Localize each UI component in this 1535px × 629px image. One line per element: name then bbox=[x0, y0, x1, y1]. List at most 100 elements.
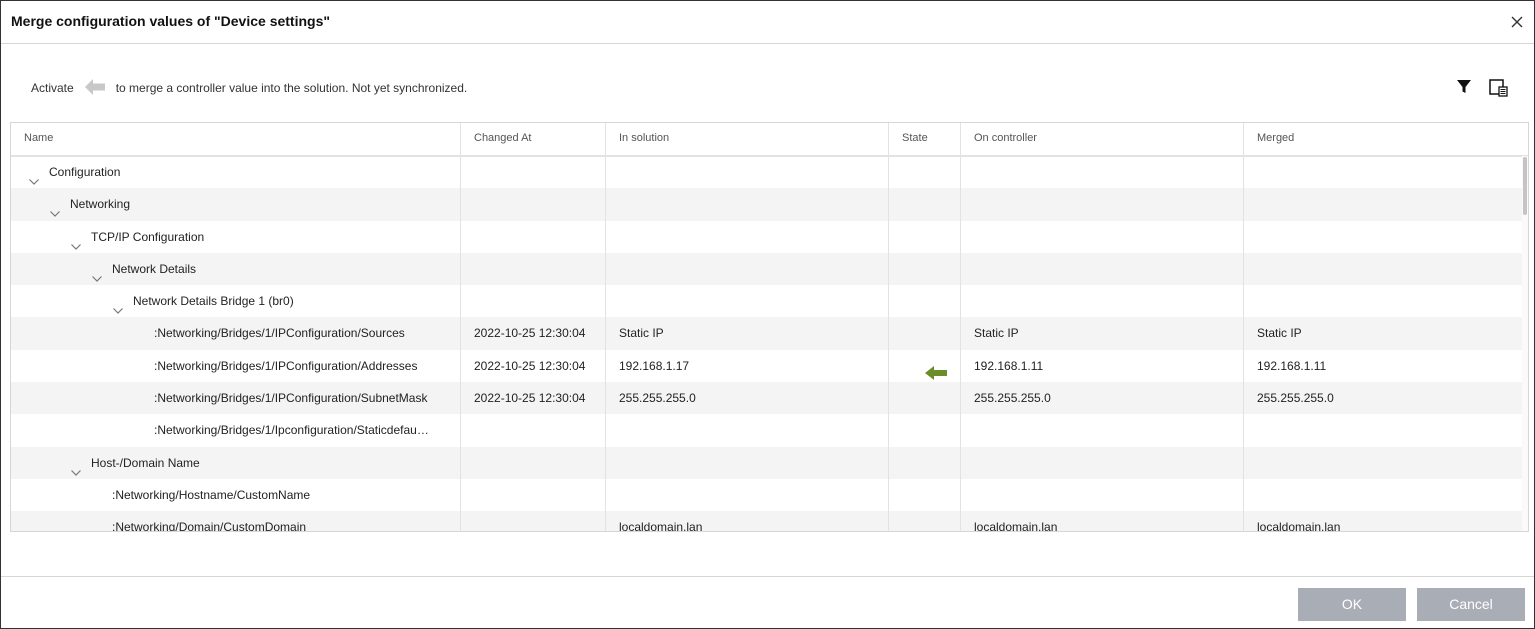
cell-in-solution bbox=[606, 285, 889, 318]
table-row[interactable]: :Networking/Bridges/1/IPConfiguration/Su… bbox=[11, 382, 1522, 415]
cell-name: TCP/IP Configuration bbox=[11, 220, 461, 253]
cell-name: Network Details bbox=[11, 252, 461, 286]
table-row[interactable]: :Networking/Bridges/1/IPConfiguration/Ad… bbox=[11, 349, 1522, 383]
column-chooser-icon[interactable] bbox=[1488, 77, 1508, 97]
cell-name: :Networking/Hostname/CustomName bbox=[11, 478, 461, 512]
cell-name: :Networking/Bridges/1/IPConfiguration/Su… bbox=[11, 382, 461, 415]
arrow-left-icon bbox=[84, 78, 106, 99]
vertical-scrollbar[interactable] bbox=[1522, 156, 1528, 531]
column-header-changed-at[interactable]: Changed At bbox=[461, 123, 606, 155]
merge-dialog: Merge configuration values of "Device se… bbox=[0, 0, 1535, 629]
cell-name: Host-/Domain Name bbox=[11, 446, 461, 479]
chevron-down-icon[interactable] bbox=[70, 458, 82, 476]
table-row[interactable]: :Networking/Bridges/1/Ipconfiguration/St… bbox=[11, 414, 1522, 447]
chevron-down-icon[interactable] bbox=[28, 167, 40, 185]
cell-state bbox=[889, 511, 961, 531]
column-header-merged[interactable]: Merged bbox=[1244, 123, 1528, 155]
cell-state bbox=[889, 317, 961, 350]
cell-merged bbox=[1244, 447, 1522, 479]
cell-on-controller bbox=[961, 156, 1244, 189]
cell-changed-at bbox=[461, 156, 606, 189]
table-row[interactable]: Network Details Bridge 1 (br0) bbox=[11, 285, 1522, 318]
cell-changed-at: 2022-10-25 12:30:04 bbox=[461, 349, 606, 383]
chevron-down-icon[interactable] bbox=[112, 296, 124, 315]
cell-changed-at bbox=[461, 414, 606, 447]
column-header-state[interactable]: State bbox=[889, 123, 961, 155]
row-name-label: :Networking/Bridges/1/IPConfiguration/Su… bbox=[154, 391, 428, 406]
merge-arrow-icon[interactable] bbox=[925, 360, 949, 380]
cell-in-solution bbox=[606, 220, 889, 253]
chevron-down-icon[interactable] bbox=[70, 232, 82, 250]
cell-merged: 255.255.255.0 bbox=[1257, 391, 1334, 406]
cell-state bbox=[889, 349, 961, 383]
table-row[interactable]: Configuration bbox=[11, 156, 1522, 189]
cell-changed-at bbox=[461, 252, 606, 286]
cell-changed-at bbox=[461, 446, 606, 479]
cell-name: :Networking/Bridges/1/Ipconfiguration/St… bbox=[11, 414, 461, 447]
hint-text-before: Activate bbox=[31, 81, 74, 95]
chevron-down-icon[interactable] bbox=[91, 264, 103, 282]
cell-changed-at bbox=[461, 511, 606, 531]
cell-name: Networking bbox=[11, 188, 461, 221]
cell-in-solution bbox=[606, 188, 889, 221]
column-header-name[interactable]: Name bbox=[11, 123, 461, 155]
table-row[interactable]: :Networking/Hostname/CustomName bbox=[11, 478, 1522, 512]
cell-on-controller: 192.168.1.11 bbox=[961, 349, 1244, 383]
table-row[interactable]: Network Details bbox=[11, 252, 1522, 286]
table-row[interactable]: :Networking/Bridges/1/IPConfiguration/So… bbox=[11, 317, 1522, 350]
cell-merged bbox=[1244, 253, 1522, 285]
row-name-label: :Networking/Bridges/1/IPConfiguration/So… bbox=[154, 326, 405, 341]
cell-changed-at bbox=[461, 220, 606, 253]
cell-in-solution: 192.168.1.17 bbox=[606, 349, 889, 383]
cell-on-controller: localdomain.lan bbox=[961, 511, 1244, 531]
table-row[interactable]: TCP/IP Configuration bbox=[11, 220, 1522, 253]
cancel-button[interactable]: Cancel bbox=[1417, 588, 1525, 621]
table-row[interactable]: Host-/Domain Name bbox=[11, 446, 1522, 479]
cell-in-solution bbox=[606, 446, 889, 479]
row-name-label: TCP/IP Configuration bbox=[91, 229, 205, 244]
cell-in-solution: 255.255.255.0 bbox=[606, 382, 889, 415]
cell-in-solution bbox=[606, 156, 889, 189]
cell-state bbox=[889, 220, 961, 253]
cell-changed-at: 2022-10-25 12:30:04 bbox=[461, 317, 606, 350]
row-name-label: :Networking/Hostname/CustomName bbox=[112, 487, 311, 502]
cell-on-controller bbox=[961, 188, 1244, 221]
row-name-label: :Networking/Domain/CustomDomain bbox=[112, 520, 307, 532]
cell-merged: 192.168.1.11 bbox=[1257, 358, 1327, 373]
cell-in-solution: localdomain.lan bbox=[606, 511, 889, 531]
column-header-in-solution[interactable]: In solution bbox=[606, 123, 889, 155]
cell-state bbox=[889, 382, 961, 415]
grid-body: Configuration Networking TCP/IP Configurat… bbox=[11, 156, 1522, 532]
cell-on-controller bbox=[961, 446, 1244, 479]
cell-name: :Networking/Domain/CustomDomain bbox=[11, 511, 461, 532]
cell-state bbox=[889, 478, 961, 512]
filter-icon[interactable] bbox=[1454, 77, 1474, 97]
scrollbar-thumb[interactable] bbox=[1523, 157, 1527, 215]
cell-on-controller: 255.255.255.0 bbox=[961, 382, 1244, 415]
cell-in-solution: Static IP bbox=[606, 317, 889, 350]
cell-changed-at bbox=[461, 188, 606, 221]
cell-on-controller bbox=[961, 220, 1244, 253]
cell-state bbox=[889, 156, 961, 189]
cell-on-controller bbox=[961, 478, 1244, 512]
cell-on-controller bbox=[961, 285, 1244, 318]
chevron-down-icon[interactable] bbox=[49, 199, 61, 218]
row-name-label: Host-/Domain Name bbox=[91, 455, 200, 470]
cell-state bbox=[889, 252, 961, 286]
cell-in-solution bbox=[606, 414, 889, 447]
row-name-label: Network Details bbox=[112, 261, 197, 276]
cell-merged bbox=[1244, 221, 1522, 253]
cell-changed-at: 2022-10-25 12:30:04 bbox=[461, 382, 606, 415]
grid-toolbar bbox=[1454, 77, 1508, 97]
cell-merged: localdomain.lan bbox=[1257, 520, 1341, 532]
hint-text-after: to merge a controller value into the sol… bbox=[115, 81, 468, 95]
ok-button[interactable]: OK bbox=[1298, 588, 1406, 621]
row-name-label: :Networking/Bridges/1/Ipconfiguration/St… bbox=[154, 423, 429, 438]
cell-state bbox=[889, 446, 961, 479]
table-row[interactable]: Networking bbox=[11, 188, 1522, 221]
close-icon[interactable] bbox=[1510, 15, 1524, 29]
cell-name: :Networking/Bridges/1/IPConfiguration/Ad… bbox=[11, 349, 461, 383]
table-row[interactable]: :Networking/Domain/CustomDomain localdoma… bbox=[11, 511, 1522, 532]
row-name-label: Network Details Bridge 1 (br0) bbox=[133, 294, 294, 309]
column-header-on-controller[interactable]: On controller bbox=[961, 123, 1244, 155]
